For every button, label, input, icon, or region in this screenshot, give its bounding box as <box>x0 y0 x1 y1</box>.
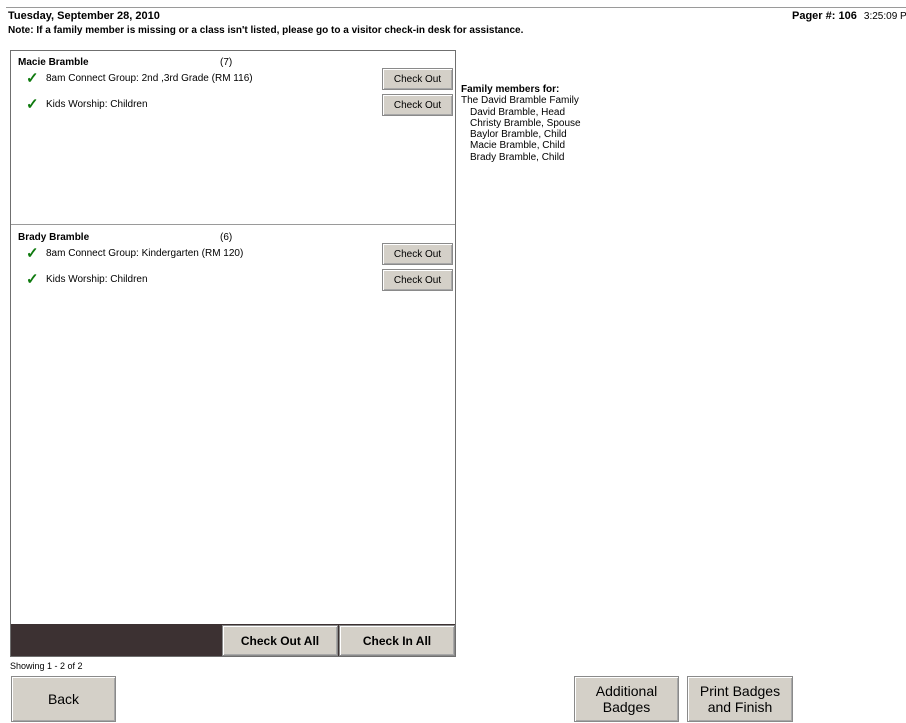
print-badges-label: Print Badges and Finish <box>699 683 781 715</box>
family-member: Christy Bramble, Spouse <box>470 117 581 129</box>
person-name: Brady Bramble <box>18 232 90 243</box>
family-member: Brady Bramble, Child <box>470 151 565 163</box>
back-button[interactable]: Back <box>11 676 116 722</box>
checkin-panel: Macie Bramble (7) ✓ 8am Connect Group: 2… <box>10 50 456 657</box>
check-in-all-button[interactable]: Check In All <box>339 625 455 656</box>
check-out-all-button[interactable]: Check Out All <box>222 625 338 656</box>
family-member: David Bramble, Head <box>470 106 566 118</box>
family-members-list: Family members for: The David Bramble Fa… <box>461 84 581 163</box>
check-out-button[interactable]: Check Out <box>382 68 453 90</box>
checkmark-icon: ✓ <box>26 271 39 288</box>
assistance-note: Note: If a family member is missing or a… <box>8 25 524 36</box>
checkmark-icon: ✓ <box>26 70 39 87</box>
back-button-label: Back <box>47 691 80 707</box>
additional-badges-label: Additional Badges <box>595 683 658 715</box>
person-name: Macie Bramble <box>18 57 89 68</box>
class-label: 8am Connect Group: 2nd ,3rd Grade (RM 11… <box>46 73 253 84</box>
additional-badges-button[interactable]: Additional Badges <box>574 676 679 722</box>
family-name: The David Bramble Family <box>461 95 579 107</box>
header-rule <box>6 7 906 8</box>
date-label: Tuesday, September 28, 2010 <box>8 10 160 22</box>
check-out-button[interactable]: Check Out <box>382 94 453 116</box>
print-badges-finish-button[interactable]: Print Badges and Finish <box>687 676 793 722</box>
pagination-status: Showing 1 - 2 of 2 <box>10 661 83 671</box>
check-out-button[interactable]: Check Out <box>382 269 453 291</box>
check-out-button[interactable]: Check Out <box>382 243 453 265</box>
checkmark-icon: ✓ <box>26 96 39 113</box>
pager-number: 106 <box>838 10 857 22</box>
person-age: (7) <box>220 57 233 68</box>
checkmark-icon: ✓ <box>26 245 39 262</box>
class-label: 8am Connect Group: Kindergarten (RM 120) <box>46 248 244 259</box>
family-member: Macie Bramble, Child <box>470 140 566 152</box>
family-title: Family members for: <box>461 84 560 95</box>
clock-time: 3:25:09 PM <box>863 11 906 22</box>
family-member: Baylor Bramble, Child <box>470 129 567 141</box>
pager-label: Pager #: <box>792 10 836 22</box>
pager-info: Pager #: 106 3:25:09 PM <box>792 10 906 22</box>
class-label: Kids Worship: Children <box>46 99 148 110</box>
class-label: Kids Worship: Children <box>46 274 148 285</box>
person-divider <box>11 224 455 225</box>
person-age: (6) <box>220 232 233 243</box>
